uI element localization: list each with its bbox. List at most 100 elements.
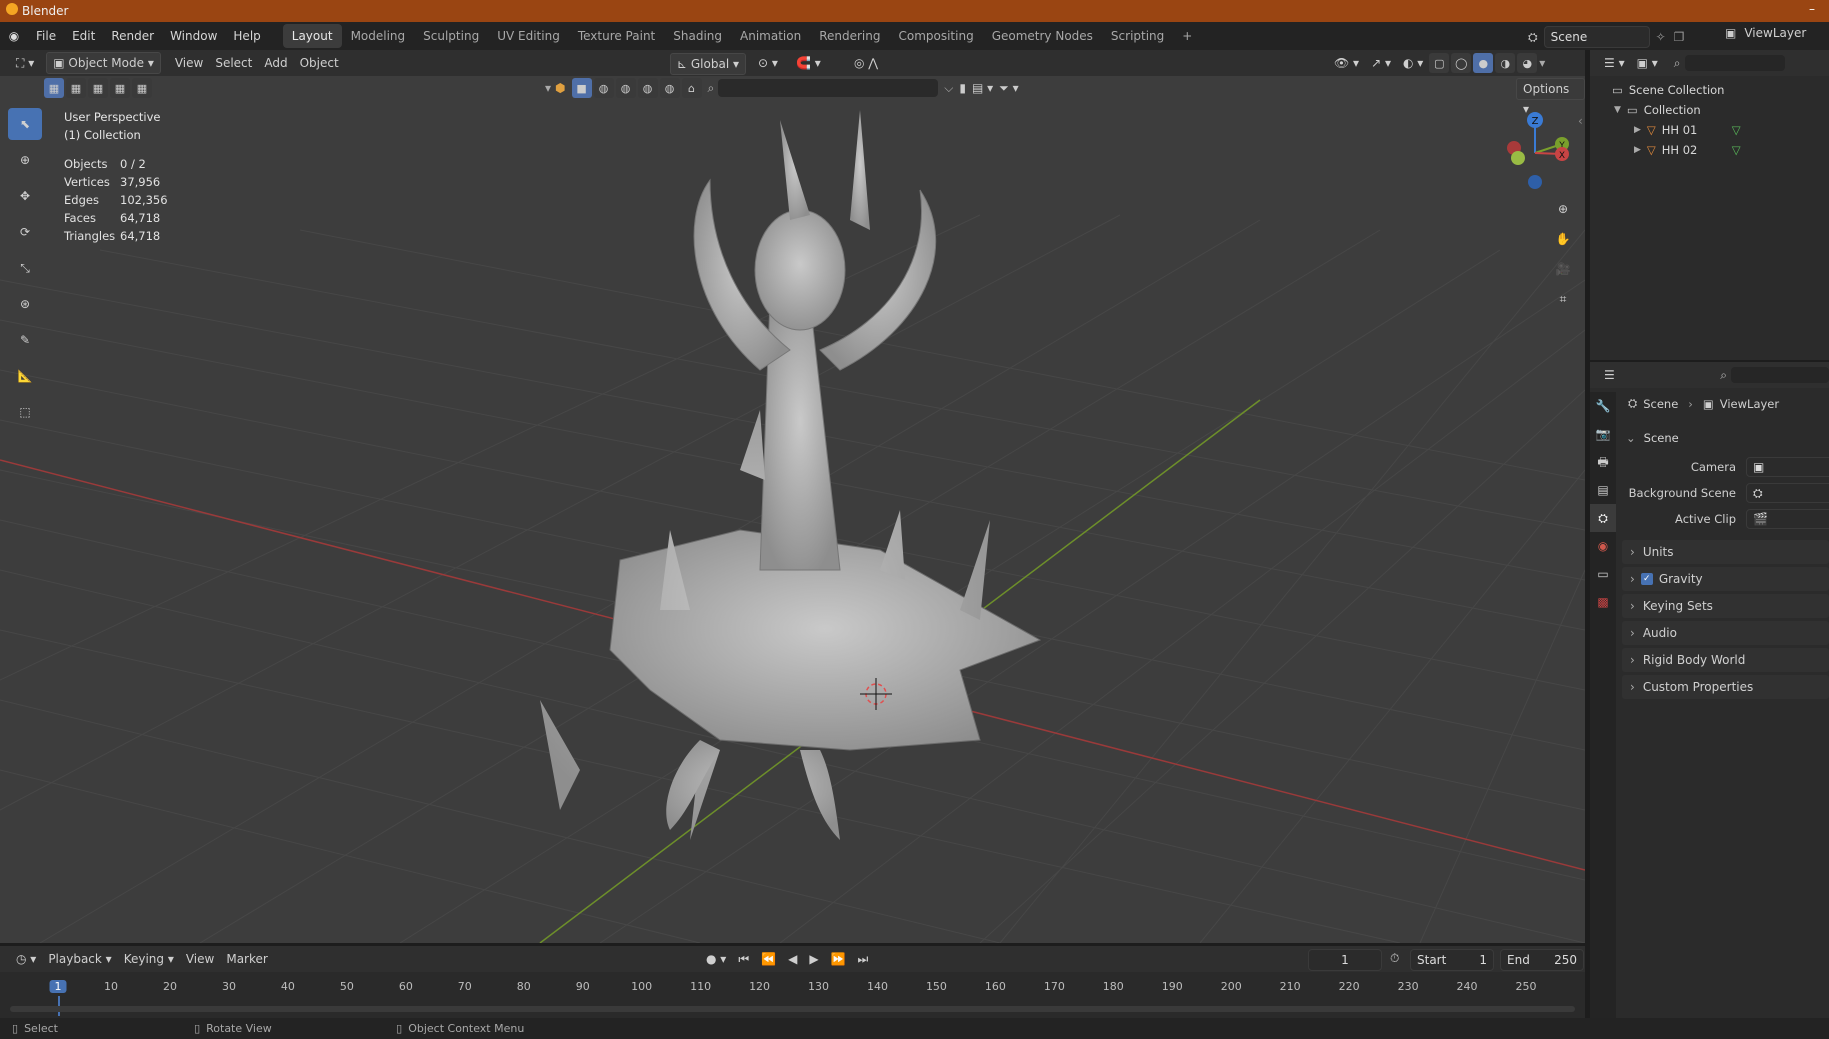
audio-panel[interactable]: › Audio xyxy=(1622,621,1829,645)
tab-compositing[interactable]: Compositing xyxy=(889,24,982,48)
xray-icon[interactable]: ▢ xyxy=(1429,53,1450,73)
menu-object[interactable]: Object xyxy=(294,53,345,73)
mesh-data-icon[interactable]: ▽ xyxy=(1732,140,1741,160)
tool-tab-icon[interactable]: 🔧 xyxy=(1590,392,1616,420)
jump-end-icon[interactable]: ⏭ xyxy=(852,949,875,969)
end-frame-field[interactable]: End 250 xyxy=(1500,949,1584,971)
gizmo-neg-y-icon[interactable] xyxy=(1511,151,1525,165)
chevron-right-icon[interactable]: ▶ xyxy=(1634,140,1641,160)
rigid-body-world-panel[interactable]: › Rigid Body World xyxy=(1622,648,1829,672)
filter-icon[interactable]: ⏷ ▾ xyxy=(999,81,1018,96)
keying-dropdown[interactable]: Keying ▾ xyxy=(118,949,180,969)
chevron-down-icon[interactable]: ⌵ xyxy=(944,81,953,96)
pin-icon[interactable]: ✧ xyxy=(1656,30,1666,44)
select-invert-icon[interactable]: ▦ xyxy=(110,78,130,98)
display-mode-icon[interactable]: ▣ ▾ xyxy=(1631,53,1664,73)
outliner-row-object[interactable]: ▶ ▽ HH 02 ▽ xyxy=(1590,140,1829,160)
sculpture-model[interactable] xyxy=(540,110,1042,840)
tab-animation[interactable]: Animation xyxy=(731,24,810,48)
overlay-toggle-icon[interactable]: ◐ ▾ xyxy=(1397,53,1429,73)
menu-help[interactable]: Help xyxy=(225,22,268,50)
filter-camera-icon[interactable]: ◍ xyxy=(637,78,658,98)
custom-properties-panel[interactable]: › Custom Properties xyxy=(1622,675,1829,699)
perspective-toggle-button[interactable]: ⌗ xyxy=(1550,286,1576,312)
start-frame-field[interactable]: Start 1 xyxy=(1410,949,1494,971)
select-intersect-icon[interactable]: ▦ xyxy=(132,78,152,98)
blender-menu-icon[interactable]: ◉ xyxy=(0,29,28,43)
menu-add[interactable]: Add xyxy=(258,53,293,73)
outliner-editor-icon[interactable]: ☰ ▾ xyxy=(1598,53,1631,73)
jump-start-icon[interactable]: ⏮ xyxy=(732,949,755,969)
menu-file[interactable]: File xyxy=(28,22,64,50)
tab-sculpting[interactable]: Sculpting xyxy=(414,24,488,48)
select-subtract-icon[interactable]: ▦ xyxy=(88,78,108,98)
background-scene-field[interactable]: ⛭ xyxy=(1746,483,1829,503)
orientation-dropdown[interactable]: ⊾ Global ▾ xyxy=(670,53,746,75)
filter-other-icon[interactable]: ◍ xyxy=(659,78,680,98)
tab-texture-paint[interactable]: Texture Paint xyxy=(569,24,664,48)
measure-tool[interactable]: 📐 xyxy=(8,360,42,392)
outliner-row-object[interactable]: ▶ ▽ HH 01 ▽ xyxy=(1590,120,1829,140)
scene-filter-icon[interactable]: ⬢ xyxy=(555,81,565,95)
tab-modeling[interactable]: Modeling xyxy=(342,24,415,48)
viewlayer-field[interactable]: ViewLayer xyxy=(1744,26,1806,40)
current-frame-field[interactable]: 1 xyxy=(1308,949,1382,971)
timeline-scrollbar[interactable] xyxy=(10,1006,1575,1012)
proportional-edit-icon[interactable]: ◎ ⋀ xyxy=(848,53,884,73)
mode-dropdown[interactable]: ▣ Object Mode ▾ xyxy=(46,52,161,74)
properties-editor-icon[interactable]: ☰ ▾ xyxy=(1598,365,1630,402)
play-reverse-icon[interactable]: ◀ xyxy=(782,949,803,969)
render-tab-icon[interactable]: 📷 xyxy=(1590,420,1616,448)
timeline-editor-icon[interactable]: ◷ ▾ xyxy=(10,949,42,969)
viewport-search-input[interactable] xyxy=(718,79,939,97)
menu-window[interactable]: Window xyxy=(162,22,225,50)
menu-view[interactable]: View xyxy=(169,53,209,73)
outliner-row-collection[interactable]: ▼ ▭ Collection xyxy=(1590,100,1829,120)
playhead-frame-indicator[interactable]: 1 xyxy=(49,980,67,993)
rendered-shading-icon[interactable]: ◕ xyxy=(1517,53,1538,73)
record-icon[interactable]: ● ▾ xyxy=(700,949,732,969)
collection-tab-icon[interactable]: ▭ xyxy=(1590,560,1616,588)
tab-layout[interactable]: Layout xyxy=(282,24,342,48)
filter-light-icon[interactable]: ◍ xyxy=(615,78,636,98)
filter-armature-icon[interactable]: ⌂ xyxy=(681,78,702,98)
tab-scripting[interactable]: Scripting xyxy=(1102,24,1173,48)
timeline-menu-view[interactable]: View xyxy=(180,949,220,969)
tab-uv-editing[interactable]: UV Editing xyxy=(488,24,569,48)
scale-tool[interactable]: ⤡ xyxy=(8,252,42,284)
units-panel[interactable]: › Units xyxy=(1622,540,1829,564)
gravity-panel[interactable]: › ✓ Gravity xyxy=(1622,567,1829,591)
sidebar-toggle-icon[interactable]: ‹ xyxy=(1578,114,1583,128)
select-new-icon[interactable]: ▦ xyxy=(44,78,64,98)
rotate-tool[interactable]: ⟳ xyxy=(8,216,42,248)
snap-icon[interactable]: 🧲 ▾ xyxy=(790,53,827,73)
chevron-down-icon[interactable]: ▼ xyxy=(1614,100,1621,120)
chevron-down-icon[interactable]: ▾ xyxy=(545,81,551,95)
playback-dropdown[interactable]: Playback ▾ xyxy=(42,949,117,969)
menu-render[interactable]: Render xyxy=(103,22,162,50)
scene-panel-header[interactable]: ⌄ Scene xyxy=(1626,426,1826,450)
filter-mesh-icon[interactable]: ◍ xyxy=(593,78,614,98)
camera-field[interactable]: ▣ xyxy=(1746,457,1829,477)
tab-shading[interactable]: Shading xyxy=(664,24,731,48)
active-clip-field[interactable]: 🎬 xyxy=(1746,509,1829,529)
keying-sets-panel[interactable]: › Keying Sets xyxy=(1622,594,1829,618)
gizmo-toggle-icon[interactable]: ↗ ▾ xyxy=(1365,53,1397,73)
tab-rendering[interactable]: Rendering xyxy=(810,24,889,48)
scene-field[interactable]: Scene xyxy=(1543,26,1650,48)
select-box-tool[interactable]: ⬉ xyxy=(8,108,42,140)
navigation-gizmo[interactable]: Z Y X xyxy=(1490,108,1580,194)
visibility-icon[interactable]: 👁 ▾ xyxy=(1328,53,1365,73)
shading-dropdown-icon[interactable]: ▾ xyxy=(1539,56,1545,70)
outliner-row-scene-collection[interactable]: ▭ Scene Collection xyxy=(1590,80,1829,100)
3d-viewport[interactable] xyxy=(0,50,1585,943)
solid-shading-icon[interactable]: ● xyxy=(1473,53,1494,73)
bookmark-icon[interactable]: ▮ xyxy=(959,81,966,95)
world-tab-icon[interactable]: ◉ xyxy=(1590,532,1616,560)
texture-tab-icon[interactable]: ▩ xyxy=(1590,588,1616,616)
editor-type-icon[interactable]: ⛶ ▾ xyxy=(10,53,40,73)
menu-edit[interactable]: Edit xyxy=(64,22,103,50)
add-cube-tool[interactable]: ⬚ xyxy=(8,396,42,428)
pivot-icon[interactable]: ⊙ ▾ xyxy=(752,53,784,73)
jump-keyframe-forward-icon[interactable]: ⏩ xyxy=(825,949,852,969)
